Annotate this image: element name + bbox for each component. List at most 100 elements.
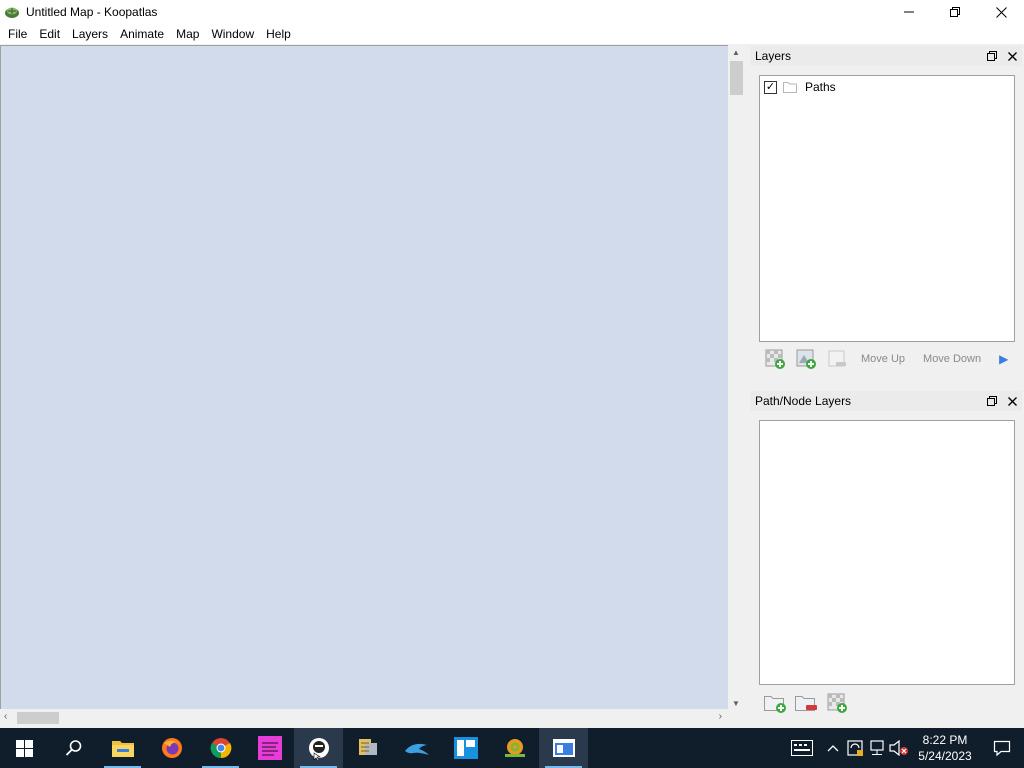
vertical-scrollbar[interactable]: ▲ ▼ (728, 45, 745, 709)
close-dock-icon[interactable] (1006, 394, 1018, 408)
scroll-right-icon[interactable]: › (719, 711, 722, 722)
title-bar: Untitled Map - Koopatlas (0, 0, 1024, 24)
start-button[interactable] (0, 728, 49, 768)
add-node-layer-button[interactable] (824, 692, 849, 714)
menu-layers[interactable]: Layers (66, 24, 114, 44)
vertical-scroll-thumb[interactable] (730, 61, 743, 95)
map-canvas[interactable] (0, 45, 728, 709)
taskbar-koopatlas[interactable] (539, 728, 588, 768)
taskbar-firefox[interactable] (147, 728, 196, 768)
add-doodad-layer-button[interactable] (793, 348, 818, 370)
sync-tray-button[interactable] (844, 728, 866, 768)
menu-edit[interactable]: Edit (33, 24, 66, 44)
menu-window[interactable]: Window (205, 24, 260, 44)
search-icon (65, 740, 81, 756)
network-icon (870, 740, 884, 755)
scroll-up-icon[interactable]: ▲ (732, 48, 740, 57)
add-tileset-layer-icon (765, 349, 785, 369)
float-dock-icon[interactable] (986, 49, 998, 63)
keyboard-tray-button[interactable] (782, 728, 822, 768)
taskbar-tools[interactable] (343, 728, 392, 768)
system-tray: 8:22 PM 5/24/2023 (782, 728, 1024, 768)
taskbar-chrome[interactable] (196, 728, 245, 768)
minimize-button[interactable] (886, 0, 932, 24)
clock-time: 8:22 PM (922, 733, 968, 747)
taskbar-window-app[interactable] (441, 728, 490, 768)
add-tileset-layer-button[interactable] (762, 348, 787, 370)
taskbar-file-explorer[interactable] (98, 728, 147, 768)
font-creek-icon (257, 736, 282, 760)
restore-button[interactable] (932, 0, 978, 24)
horizontal-scroll-thumb[interactable] (17, 712, 59, 724)
layers-dock-title[interactable]: Layers (750, 46, 1022, 66)
cursor-app-icon (308, 738, 329, 760)
snail-icon (504, 739, 525, 757)
remove-folder-icon (794, 696, 817, 711)
window-controls (886, 0, 1024, 24)
network-tray-button[interactable] (866, 728, 888, 768)
close-button[interactable] (978, 0, 1024, 24)
volume-tray-button[interactable] (888, 728, 910, 768)
close-icon (995, 6, 1007, 18)
add-path-layer-button[interactable] (762, 692, 787, 714)
remove-layer-button[interactable] (824, 348, 849, 370)
taskbar-snail[interactable] (490, 728, 539, 768)
volume-muted-icon (889, 740, 908, 756)
taskbar: 8:22 PM 5/24/2023 (0, 728, 1024, 768)
search-button[interactable] (49, 728, 98, 768)
layers-list[interactable]: ✓ Paths (759, 75, 1015, 342)
dolphin-icon (404, 743, 429, 755)
move-up-button[interactable]: Move Up (855, 353, 911, 365)
chevron-up-icon (827, 745, 839, 752)
koopatlas-shell-icon (5, 7, 19, 18)
layers-toolbar: Move Up Move Down ▶ (762, 348, 1008, 370)
horizontal-scrollbar[interactable]: ‹ › (0, 709, 728, 727)
taskbar-font-creek[interactable] (245, 728, 294, 768)
keyboard-icon (791, 740, 813, 756)
window-app-icon (453, 737, 478, 759)
path-node-dock-title[interactable]: Path/Node Layers (750, 391, 1022, 411)
file-explorer-icon (111, 741, 134, 757)
scroll-corner (728, 709, 745, 727)
koopatlas-taskbar-icon (552, 739, 575, 757)
action-center-button[interactable] (980, 728, 1024, 768)
start-icon (16, 739, 33, 757)
move-down-button[interactable]: Move Down (917, 353, 987, 365)
menu-help[interactable]: Help (260, 24, 297, 44)
add-folder-icon (763, 696, 786, 713)
add-doodad-layer-icon (796, 349, 816, 369)
path-node-toolbar (762, 692, 849, 714)
chrome-icon (210, 738, 231, 759)
taskbar-clock[interactable]: 8:22 PM 5/24/2023 (910, 732, 980, 764)
scroll-left-icon[interactable]: ‹ (4, 711, 7, 722)
firefox-icon (161, 738, 182, 758)
menu-map[interactable]: Map (170, 24, 205, 44)
more-arrow-icon[interactable]: ▶ (999, 352, 1008, 366)
remove-layer-icon (828, 350, 846, 367)
notification-icon (993, 740, 1011, 757)
layer-label: Paths (805, 80, 836, 94)
list-item[interactable]: ✓ Paths (764, 80, 836, 94)
clock-date: 5/24/2023 (918, 749, 972, 763)
menu-animate[interactable]: Animate (114, 24, 170, 44)
layer-visible-checkbox[interactable]: ✓ (764, 80, 777, 94)
taskbar-dolphin[interactable] (392, 728, 441, 768)
path-node-dock-label: Path/Node Layers (755, 394, 852, 408)
float-dock-icon[interactable] (986, 394, 998, 408)
close-dock-icon[interactable] (1006, 49, 1018, 63)
folder-icon (783, 82, 797, 93)
sync-icon (847, 740, 863, 756)
add-tileset-icon (827, 693, 847, 713)
remove-path-layer-button[interactable] (793, 692, 818, 714)
restore-icon (950, 7, 960, 17)
menu-bar: File Edit Layers Animate Map Window Help (0, 24, 1024, 44)
scroll-down-icon[interactable]: ▼ (732, 699, 740, 708)
taskbar-cursor-app[interactable] (294, 728, 343, 768)
window-title: Untitled Map - Koopatlas (26, 5, 158, 19)
layers-dock-label: Layers (755, 49, 792, 63)
path-node-layers-list[interactable] (759, 420, 1015, 685)
menu-file[interactable]: File (0, 24, 33, 44)
minimize-icon (904, 11, 914, 13)
show-hidden-icons-button[interactable] (822, 728, 844, 768)
tools-icon (358, 739, 377, 755)
